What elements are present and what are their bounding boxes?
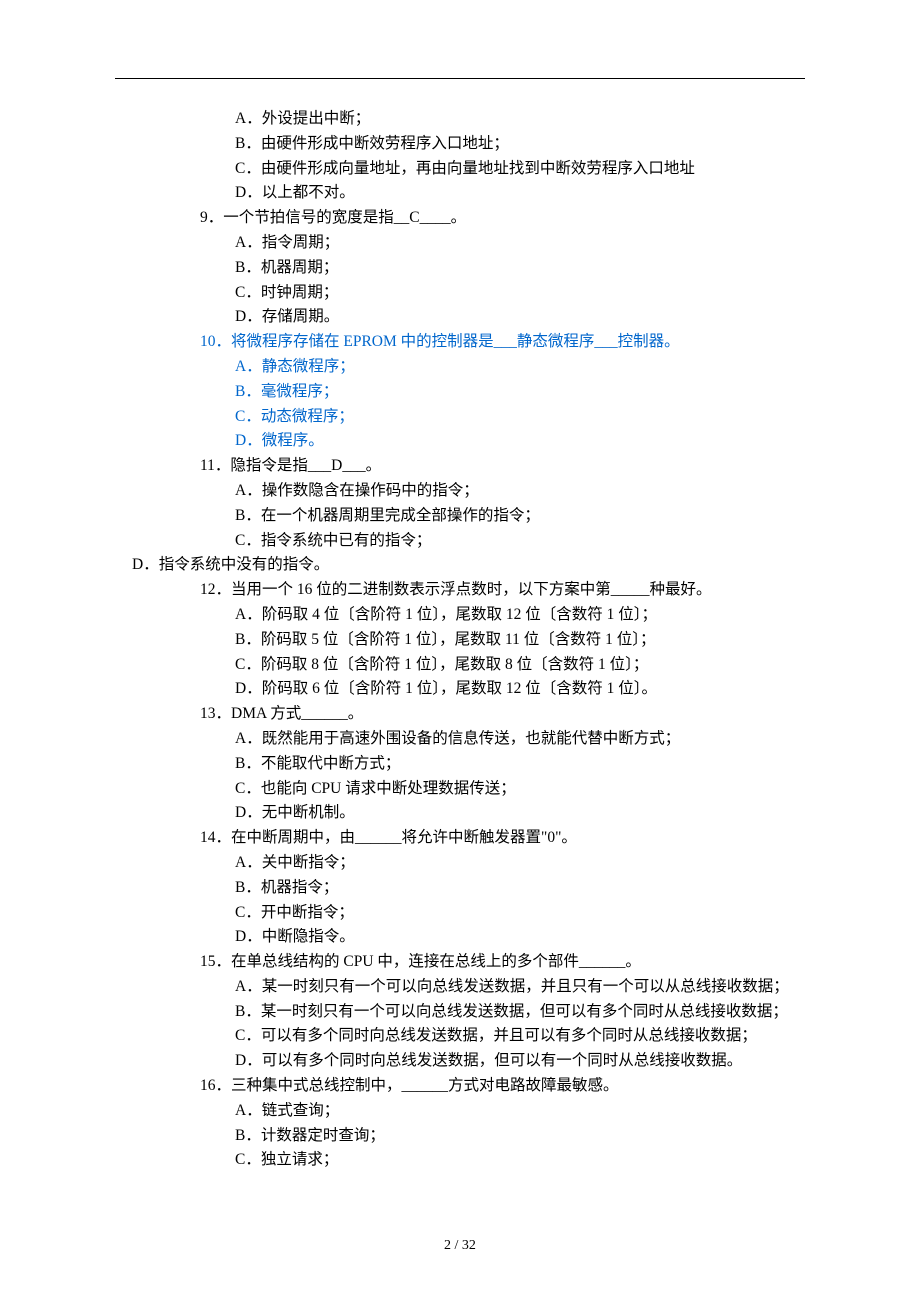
text-line: D．以上都不对。 xyxy=(115,181,805,206)
text-line: D．中断隐指令。 xyxy=(115,925,805,950)
text-line: 13．DMA 方式______。 xyxy=(115,702,805,727)
header-divider xyxy=(115,78,805,79)
text-line: A．静态微程序； xyxy=(115,355,805,380)
text-line: C．可以有多个同时向总线发送数据，并且可以有多个同时从总线接收数据； xyxy=(115,1024,805,1049)
text-line: D．指令系统中没有的指令。 xyxy=(115,553,805,578)
text-line: 12．当用一个 16 位的二进制数表示浮点数时，以下方案中第_____种最好。 xyxy=(115,578,805,603)
text-line: C．动态微程序； xyxy=(115,405,805,430)
text-line: B．由硬件形成中断效劳程序入口地址； xyxy=(115,132,805,157)
text-line: A．阶码取 4 位〔含阶符 1 位〕，尾数取 12 位〔含数符 1 位〕； xyxy=(115,603,805,628)
text-line: B．阶码取 5 位〔含阶符 1 位〕，尾数取 11 位〔含数符 1 位〕； xyxy=(115,628,805,653)
text-line: B．在一个机器周期里完成全部操作的指令； xyxy=(115,504,805,529)
text-line: 9．一个节拍信号的宽度是指__C____。 xyxy=(115,206,805,231)
text-line: A．既然能用于高速外围设备的信息传送，也就能代替中断方式； xyxy=(115,727,805,752)
text-line: C．也能向 CPU 请求中断处理数据传送； xyxy=(115,777,805,802)
text-line: 11．隐指令是指___D___。 xyxy=(115,454,805,479)
text-line: 16．三种集中式总线控制中，______方式对电路故障最敏感。 xyxy=(115,1074,805,1099)
document-page: A．外设提出中断；B．由硬件形成中断效劳程序入口地址；C．由硬件形成向量地址，再… xyxy=(0,0,920,1302)
text-line: C．开中断指令； xyxy=(115,901,805,926)
text-line: B．机器周期； xyxy=(115,256,805,281)
text-line: A．外设提出中断； xyxy=(115,107,805,132)
text-line: C．独立请求； xyxy=(115,1148,805,1173)
text-line: A．某一时刻只有一个可以向总线发送数据，并且只有一个可以从总线接收数据； xyxy=(115,975,805,1000)
text-line: A．关中断指令； xyxy=(115,851,805,876)
page-number: 2 / 32 xyxy=(0,1235,920,1257)
text-line: C．时钟周期； xyxy=(115,281,805,306)
text-line: B．不能取代中断方式； xyxy=(115,752,805,777)
text-line: C．阶码取 8 位〔含阶符 1 位〕，尾数取 8 位〔含数符 1 位〕； xyxy=(115,653,805,678)
text-line: C．指令系统中已有的指令； xyxy=(115,529,805,554)
text-line: A．指令周期； xyxy=(115,231,805,256)
text-line: A．链式查询； xyxy=(115,1099,805,1124)
text-line: D．微程序。 xyxy=(115,429,805,454)
text-line: D．可以有多个同时向总线发送数据，但可以有一个同时从总线接收数据。 xyxy=(115,1049,805,1074)
text-line: B．机器指令； xyxy=(115,876,805,901)
text-line: 15．在单总线结构的 CPU 中，连接在总线上的多个部件______。 xyxy=(115,950,805,975)
text-line: D．存储周期。 xyxy=(115,305,805,330)
text-line: B．毫微程序； xyxy=(115,380,805,405)
text-line: 14．在中断周期中，由______将允许中断触发器置"0"。 xyxy=(115,826,805,851)
text-line: B．某一时刻只有一个可以向总线发送数据，但可以有多个同时从总线接收数据； xyxy=(115,1000,805,1025)
document-content: A．外设提出中断；B．由硬件形成中断效劳程序入口地址；C．由硬件形成向量地址，再… xyxy=(115,107,805,1173)
text-line: D．无中断机制。 xyxy=(115,801,805,826)
text-line: D．阶码取 6 位〔含阶符 1 位〕，尾数取 12 位〔含数符 1 位〕。 xyxy=(115,677,805,702)
text-line: A．操作数隐含在操作码中的指令； xyxy=(115,479,805,504)
text-line: B．计数器定时查询； xyxy=(115,1124,805,1149)
text-line: 10．将微程序存储在 EPROM 中的控制器是___静态微程序___控制器。 xyxy=(115,330,805,355)
text-line: C．由硬件形成向量地址，再由向量地址找到中断效劳程序入口地址 xyxy=(115,157,805,182)
